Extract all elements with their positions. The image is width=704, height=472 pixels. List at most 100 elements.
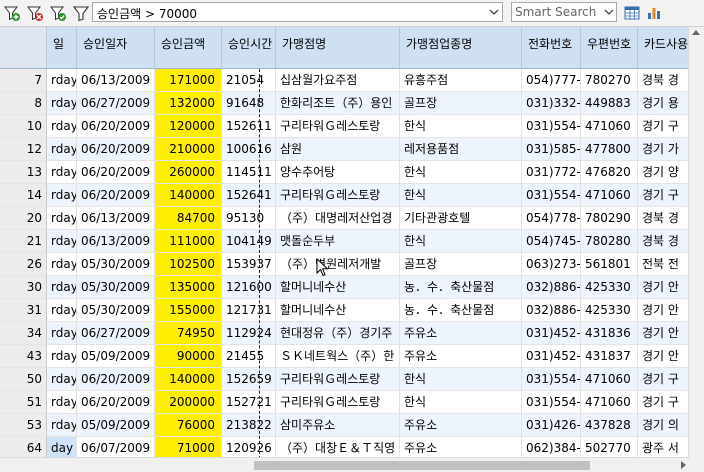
cell-region[interactable]: 경기 양 (638, 161, 689, 184)
filter-icon[interactable] (72, 4, 90, 22)
filter-add-icon[interactable] (3, 4, 21, 22)
table-row[interactable]: 64 day 06/07/2009 71000 120926 （주）대창Ｅ＆Ｔ직영 주유소 0… (0, 437, 689, 457)
cell-zip[interactable]: 471060 (581, 391, 638, 414)
cell-phone[interactable]: 031)554-00 (522, 368, 581, 391)
cell-date[interactable]: 06/13/2009 (77, 207, 155, 230)
cell-amount[interactable]: 76000 (155, 414, 222, 437)
cell-region[interactable]: 경북 경 (638, 230, 689, 253)
cell-date[interactable]: 05/30/2009 (77, 276, 155, 299)
cell-day[interactable]: rday (47, 184, 77, 207)
cell-region[interactable]: 경기 안 (638, 322, 689, 345)
scroll-right-arrow-icon[interactable] (681, 461, 686, 469)
cell-region[interactable]: 경기 용 (638, 92, 689, 115)
smart-search-input[interactable]: Smart Search (511, 2, 617, 22)
cell-day[interactable]: rday (47, 230, 77, 253)
horizontal-scrollbar[interactable] (0, 457, 689, 472)
cell-time[interactable]: 152721 (222, 391, 276, 414)
cell-amount[interactable]: 171000 (155, 69, 222, 92)
cell-zip[interactable]: 431837 (581, 345, 638, 368)
cell-merchant[interactable]: 한화리조트（주）용인 (276, 92, 400, 115)
cell-date[interactable]: 06/13/2009 (77, 69, 155, 92)
row-number[interactable]: 64 (0, 437, 47, 457)
cell-amount[interactable]: 71000 (155, 437, 222, 457)
cell-zip[interactable]: 502770 (581, 437, 638, 457)
cell-date[interactable]: 06/27/2009 (77, 322, 155, 345)
table-row[interactable]: 10 rday 06/20/2009 120000 152611 구리타워Ｇ레스토랑 한식 0… (0, 115, 689, 138)
cell-merchant[interactable]: 십삼월가요주점 (276, 69, 400, 92)
table-row[interactable]: 50 rday 06/20/2009 140000 152659 구리타워Ｇ레스토랑 한식 0… (0, 368, 689, 391)
cell-day[interactable]: rday (47, 322, 77, 345)
cell-zip[interactable]: 780290 (581, 207, 638, 230)
cell-merchant[interactable]: 구리타워Ｇ레스토랑 (276, 115, 400, 138)
cell-category[interactable]: 골프장 (400, 253, 522, 276)
cell-amount[interactable]: 111000 (155, 230, 222, 253)
cell-merchant[interactable]: （주）대창Ｅ＆Ｔ직영 (276, 437, 400, 457)
cell-category[interactable]: 농．수．축산물점 (400, 276, 522, 299)
row-number[interactable]: 26 (0, 253, 47, 276)
cell-day[interactable]: rday (47, 161, 77, 184)
cell-merchant[interactable]: 구리타워Ｇ레스토랑 (276, 184, 400, 207)
cell-date[interactable]: 05/30/2009 (77, 253, 155, 276)
cell-region[interactable]: 경기 구 (638, 368, 689, 391)
row-number[interactable]: 31 (0, 299, 47, 322)
cell-amount[interactable]: 200000 (155, 391, 222, 414)
cell-day[interactable]: rday (47, 276, 77, 299)
cell-day[interactable]: rday (47, 368, 77, 391)
cell-amount[interactable]: 140000 (155, 368, 222, 391)
cell-phone[interactable]: 032)886-43 (522, 276, 581, 299)
chevron-down-icon[interactable] (486, 3, 502, 21)
header-merchant-category[interactable]: 가맹점업종명 (400, 27, 522, 69)
cell-amount[interactable]: 74950 (155, 322, 222, 345)
cell-merchant[interactable]: 구리타워Ｇ레스토랑 (276, 368, 400, 391)
filter-remove-icon[interactable] (26, 4, 44, 22)
cell-merchant[interactable]: 현대정유（주）경기주 (276, 322, 400, 345)
row-number[interactable]: 13 (0, 161, 47, 184)
cell-date[interactable]: 05/30/2009 (77, 299, 155, 322)
cell-phone[interactable]: 054)745-27 (522, 230, 581, 253)
grid-corner-cell[interactable] (0, 27, 47, 69)
cell-merchant[interactable]: 할머니네수산 (276, 276, 400, 299)
cell-amount[interactable]: 260000 (155, 161, 222, 184)
row-number[interactable]: 21 (0, 230, 47, 253)
cell-zip[interactable]: 471060 (581, 115, 638, 138)
cell-amount[interactable]: 120000 (155, 115, 222, 138)
row-number[interactable]: 43 (0, 345, 47, 368)
table-row[interactable]: 8 rday 06/27/2009 132000 91648 한화리조트（주）용인 골프장 0… (0, 92, 689, 115)
header-approval-time[interactable]: 승인시간 (222, 27, 276, 69)
cell-category[interactable]: 주유소 (400, 322, 522, 345)
cell-zip[interactable]: 431836 (581, 322, 638, 345)
cell-zip[interactable]: 477800 (581, 138, 638, 161)
cell-merchant[interactable]: 삼미주유소 (276, 414, 400, 437)
table-row[interactable]: 31 rday 05/30/2009 155000 121731 할머니네수산 농．수．축산… (0, 299, 689, 322)
table-row[interactable]: 7 rday 06/13/2009 171000 21054 십삼월가요주점 유흥주점 054… (0, 69, 689, 92)
chart-icon[interactable] (645, 4, 663, 22)
cell-time[interactable]: 152659 (222, 368, 276, 391)
cell-time[interactable]: 21054 (222, 69, 276, 92)
cell-phone[interactable]: 031)772-60 (522, 161, 581, 184)
table-row[interactable]: 51 rday 06/20/2009 200000 152721 구리타워Ｇ레스토랑 한식 0… (0, 391, 689, 414)
horizontal-scroll-thumb[interactable] (254, 461, 590, 470)
cell-day[interactable]: rday (47, 138, 77, 161)
cell-zip[interactable]: 780270 (581, 69, 638, 92)
cell-region[interactable]: 경기 안 (638, 276, 689, 299)
grid-view-icon[interactable] (623, 4, 641, 22)
cell-zip[interactable]: 449883 (581, 92, 638, 115)
header-approval-amount[interactable]: 승인금액 (155, 27, 222, 69)
table-row[interactable]: 30 rday 05/30/2009 135000 121600 할머니네수산 농．수．축산… (0, 276, 689, 299)
cell-date[interactable]: 05/09/2009 (77, 345, 155, 368)
cell-amount[interactable]: 155000 (155, 299, 222, 322)
table-row[interactable]: 14 rday 06/20/2009 140000 152641 구리타워Ｇ레스토랑 한식 0… (0, 184, 689, 207)
table-row[interactable]: 20 rday 06/13/2009 84700 95130 （주）대명레저산업경 기타관광… (0, 207, 689, 230)
cell-day[interactable]: rday (47, 414, 77, 437)
cell-phone[interactable]: 031)554-00 (522, 115, 581, 138)
cell-phone[interactable]: 054)778-83 (522, 207, 581, 230)
cell-region[interactable]: 광주 서 (638, 437, 689, 457)
table-row[interactable]: 13 rday 06/20/2009 260000 114511 양수추어탕 한식 031)7… (0, 161, 689, 184)
header-day[interactable]: 일 (47, 27, 77, 69)
cell-zip[interactable]: 471060 (581, 368, 638, 391)
cell-region[interactable]: 경기 안 (638, 299, 689, 322)
cell-zip[interactable]: 425330 (581, 299, 638, 322)
cell-zip[interactable]: 561801 (581, 253, 638, 276)
header-approval-date[interactable]: 승인일자 (77, 27, 155, 69)
cell-time[interactable]: 114511 (222, 161, 276, 184)
